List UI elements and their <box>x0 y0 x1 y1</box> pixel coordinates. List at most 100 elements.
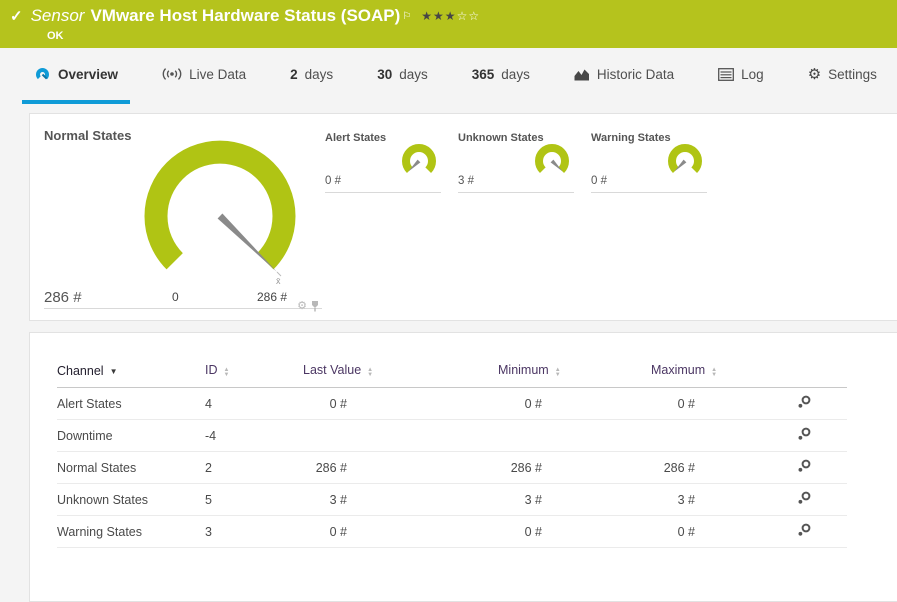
tab-number: 30 <box>377 66 393 82</box>
sort-icon: ▲ ▼ <box>554 367 561 378</box>
gauge-icon <box>36 68 49 80</box>
column-header-maximum[interactable]: Maximum ▲ ▼ <box>651 363 797 388</box>
tab-label: Live Data <box>189 66 247 82</box>
pin-icon[interactable] <box>310 300 320 312</box>
sensor-status-header: ✓ Sensor VMware Host Hardware Status (SO… <box>0 0 897 48</box>
gauge-value: 286 # <box>44 289 82 306</box>
unknown-states-gauge: Unknown States 3 # <box>458 130 574 193</box>
gauge-chart-icon <box>668 144 702 174</box>
tab-number: 2 <box>290 66 298 82</box>
normal-states-gauge: Normal States x̄ 286 # 0 286 # ⚙ <box>44 122 322 312</box>
table-row: Downtime -4 <box>57 419 847 452</box>
channel-name[interactable]: Normal States <box>57 451 205 484</box>
tab-bar: Overview Live Data 2 days 30 days 365 da… <box>0 48 897 104</box>
sort-icon: ▲ ▼ <box>711 367 718 378</box>
table-header-row: Channel ▼ ID ▲ ▼ Last Value ▲ ▼ Minimum ▲ ▼ Max… <box>57 363 847 388</box>
column-header-last-value[interactable]: Last Value ▲ ▼ <box>303 363 498 388</box>
sort-icon: ▲ ▼ <box>223 367 230 378</box>
tab-number: 365 <box>471 66 495 82</box>
log-list-icon <box>718 67 735 81</box>
maximum-value: 286 # <box>663 460 695 475</box>
channel-settings-icon[interactable] <box>797 523 811 537</box>
channel-id: 2 <box>205 451 303 484</box>
gauge-title: Normal States <box>44 128 132 143</box>
minimum-value: 286 # <box>510 460 542 475</box>
last-value: 286 # <box>315 460 347 475</box>
stars-filled: ★★★ <box>421 9 457 23</box>
minimum-value: 0 # <box>524 396 542 411</box>
tab-label: days <box>304 66 334 82</box>
tab-label: days <box>399 66 428 82</box>
channels-panel: Channel ▼ ID ▲ ▼ Last Value ▲ ▼ Minimum ▲ ▼ Max… <box>29 332 897 602</box>
gauge-marker: x̄ <box>276 276 281 286</box>
gauge-title: Alert States <box>325 132 387 144</box>
tab-log[interactable]: Log <box>706 48 776 104</box>
maximum-value: 0 # <box>677 524 695 539</box>
gauges-panel: Normal States x̄ 286 # 0 286 # ⚙ Alert S… <box>29 113 897 321</box>
table-row: Alert States 4 0 # 0 # 0 # <box>57 387 847 420</box>
area-chart-icon <box>574 69 589 80</box>
broadcast-icon <box>162 68 182 80</box>
flag-icon[interactable]: ⚐ <box>402 11 411 22</box>
tab-label: Settings <box>828 66 877 82</box>
channel-settings-icon[interactable] <box>797 491 811 505</box>
gauge-value: 3 # <box>458 175 474 187</box>
minimum-value: 3 # <box>524 492 542 507</box>
tab-overview[interactable]: Overview <box>22 48 131 104</box>
tab-label: Log <box>741 66 764 82</box>
last-value: 0 # <box>329 524 347 539</box>
last-value: 3 # <box>329 492 347 507</box>
channel-id: 5 <box>205 483 303 516</box>
gauge-value: 0 # <box>325 175 341 187</box>
channel-name[interactable]: Downtime <box>57 419 205 452</box>
object-kind-label: Sensor <box>30 6 85 25</box>
gauge-chart-icon <box>402 144 436 174</box>
table-row: Warning States 3 0 # 0 # 0 # <box>57 515 847 548</box>
channel-table: Channel ▼ ID ▲ ▼ Last Value ▲ ▼ Minimum ▲ ▼ Max… <box>57 363 847 548</box>
gauge-scale-min: 0 <box>172 290 179 304</box>
column-header-id[interactable]: ID ▲ ▼ <box>205 363 303 388</box>
gauge-title: Warning States <box>591 132 671 144</box>
gauge-settings-gear-icon[interactable]: ⚙ <box>297 299 307 312</box>
gear-icon: ⚙ <box>807 65 822 83</box>
priority-stars[interactable]: ★★★☆☆ <box>421 9 480 23</box>
check-icon: ✓ <box>10 8 23 25</box>
tab-label: Overview <box>58 66 119 82</box>
channel-name[interactable]: Alert States <box>57 387 205 420</box>
tab-label: Historic Data <box>596 66 675 82</box>
channel-settings-icon[interactable] <box>797 395 811 409</box>
tab-label: days <box>501 66 530 82</box>
last-value: 0 # <box>329 396 347 411</box>
tab-2-days[interactable]: 2 days <box>278 48 345 104</box>
channel-name[interactable]: Unknown States <box>57 483 205 516</box>
gauge-chart-icon <box>535 144 569 174</box>
channel-id: 3 <box>205 515 303 548</box>
stars-empty: ☆☆ <box>456 9 481 23</box>
alert-states-gauge: Alert States 0 # <box>325 130 441 193</box>
warning-states-gauge: Warning States 0 # <box>591 130 707 193</box>
channel-id: -4 <box>205 419 303 452</box>
minimum-value: 0 # <box>524 524 542 539</box>
table-row: Normal States 2 286 # 286 # 286 # <box>57 451 847 484</box>
channel-id: 4 <box>205 387 303 420</box>
gauge-scale-max: 286 # <box>257 290 288 304</box>
channel-settings-icon[interactable] <box>797 459 811 473</box>
column-header-minimum[interactable]: Minimum ▲ ▼ <box>498 363 651 388</box>
column-header-channel[interactable]: Channel ▼ <box>57 363 205 388</box>
table-row: Unknown States 5 3 # 3 # 3 # <box>57 483 847 516</box>
gauge-value: 0 # <box>591 175 607 187</box>
sensor-title: VMware Host Hardware Status (SOAP) <box>90 6 401 25</box>
tab-30-days[interactable]: 30 days <box>365 48 440 104</box>
channel-name[interactable]: Warning States <box>57 515 205 548</box>
sort-desc-icon: ▼ <box>109 366 118 376</box>
tab-historic-data[interactable]: Historic Data <box>562 48 686 104</box>
gauge-chart-icon: x̄ <box>144 140 296 286</box>
maximum-value: 3 # <box>677 492 695 507</box>
status-badge: OK <box>47 30 64 42</box>
tab-live-data[interactable]: Live Data <box>150 48 258 104</box>
tab-settings[interactable]: ⚙ Settings <box>796 48 889 104</box>
tab-365-days[interactable]: 365 days <box>460 48 542 104</box>
channel-settings-icon[interactable] <box>797 427 811 441</box>
maximum-value: 0 # <box>677 396 695 411</box>
sort-icon: ▲ ▼ <box>367 367 374 378</box>
